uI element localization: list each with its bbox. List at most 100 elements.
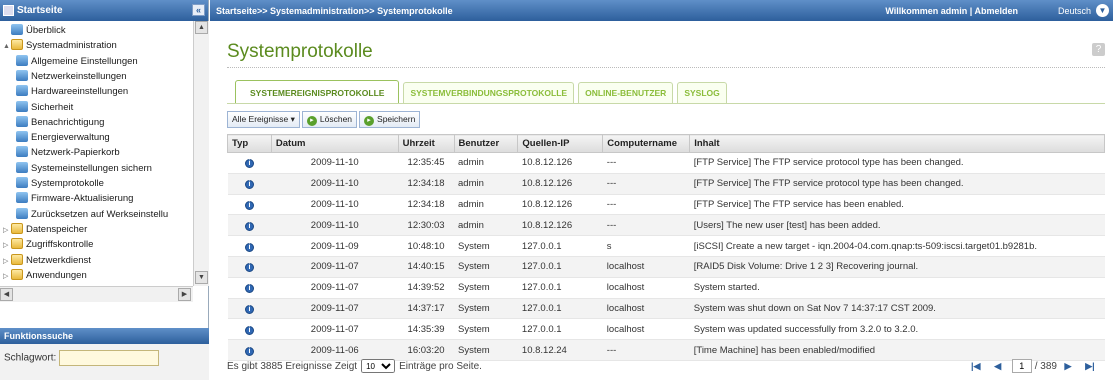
breadcrumb[interactable]: Startseite>> Systemadministration>> Syst… xyxy=(216,6,453,16)
info-icon: i xyxy=(244,263,254,273)
scroll-left-icon[interactable]: ◀ xyxy=(0,288,13,301)
sidebar-item-label: Zugriffskontrolle xyxy=(26,239,94,251)
sidebar-item-label: Netzwerkdienst xyxy=(26,254,91,266)
sidebar-item[interactable]: ▷ Netzwerkdienst xyxy=(3,253,91,268)
type-cell: i xyxy=(227,152,272,174)
sidebar-item[interactable]: ▷ Datenspeicher xyxy=(3,222,87,237)
next-page-icon[interactable]: ▶ xyxy=(1060,360,1076,373)
tree-toggle-icon[interactable]: ▷ xyxy=(3,223,11,238)
table-cell: [iSCSI] Create a new target - iqn.2004-0… xyxy=(689,235,1105,257)
sidebar-item[interactable]: Hardwareeinstellungen xyxy=(16,84,128,99)
column-header[interactable]: Uhrzeit xyxy=(397,134,455,153)
table-cell: [FTP Service] The FTP service protocol t… xyxy=(689,152,1105,174)
table-cell: 2009-11-10 xyxy=(271,194,399,216)
event-filter-select[interactable]: Alle Ereignisse ▾ xyxy=(227,110,300,128)
first-page-icon[interactable]: |◀ xyxy=(968,360,984,373)
tree-toggle-icon[interactable]: ▷ xyxy=(3,254,11,269)
log-toolbar: Alle Ereignisse ▾ ▸ Löschen ▸ Speichern xyxy=(227,110,422,128)
table-cell: 10.8.12.126 xyxy=(517,214,603,237)
sidebar-item[interactable]: Netzwerk-Papierkorb xyxy=(16,145,120,160)
collapse-sidebar-button[interactable]: « xyxy=(192,4,205,16)
table-cell: 127.0.0.1 xyxy=(517,277,603,299)
scroll-down-icon[interactable]: ▼ xyxy=(195,271,208,284)
tree-toggle-icon[interactable]: ▲ xyxy=(3,39,11,54)
table-cell: localhost xyxy=(602,298,690,320)
table-cell: 12:34:18 xyxy=(398,194,454,216)
sidebar: Startseite « Überblick ▲ Systemadministrat… xyxy=(0,0,209,380)
delete-button[interactable]: ▸ Löschen xyxy=(301,110,358,128)
last-page-icon[interactable]: ▶| xyxy=(1082,360,1098,373)
table-cell: 10.8.12.126 xyxy=(517,173,603,195)
table-row[interactable]: i 2009-11-07 14:40:15 System 127.0.0.1 localh… xyxy=(227,256,1105,278)
table-row[interactable]: i 2009-11-07 14:37:17 System 127.0.0.1 localh… xyxy=(227,298,1105,320)
sidebar-item-label: Netzwerk-Papierkorb xyxy=(31,147,120,159)
sidebar-item-label: Datenspeicher xyxy=(26,223,88,235)
table-row[interactable]: i 2009-11-10 12:35:45 admin 10.8.12.126 --- [F… xyxy=(227,152,1105,174)
table-cell: localhost xyxy=(602,256,690,278)
language-selector[interactable]: Deutsch xyxy=(1058,6,1091,16)
table-row[interactable]: i 2009-11-10 12:30:03 admin 10.8.12.126 --- [U… xyxy=(227,214,1105,237)
sidebar-item-label: Hardwareeinstellungen xyxy=(31,86,129,98)
type-cell: i xyxy=(227,173,272,195)
column-header[interactable]: Computername xyxy=(602,134,691,153)
table-cell: System xyxy=(454,256,518,278)
per-page-select[interactable]: 10 xyxy=(361,359,396,373)
previous-page-icon[interactable]: ◀ xyxy=(990,360,1006,373)
sidebar-item[interactable]: Benachrichtigung xyxy=(16,115,104,130)
tree-toggle-icon[interactable]: ▷ xyxy=(3,269,11,284)
tree-vertical-scrollbar[interactable]: ▲ ▼ xyxy=(193,21,209,286)
table-cell: 14:39:52 xyxy=(398,277,454,299)
table-cell: 127.0.0.1 xyxy=(517,298,603,320)
sidebar-item[interactable]: ▷ Anwendungen xyxy=(3,268,87,283)
function-search-panel: Schlagwort: xyxy=(0,344,209,380)
welcome-logout-link[interactable]: Willkommen admin | Abmelden xyxy=(885,6,1018,16)
tab-online-benutzer[interactable]: ONLINE-BENUTZER xyxy=(578,82,674,103)
sidebar-item[interactable]: Zurücksetzen auf Werkseinstellu xyxy=(16,207,168,222)
table-cell: 14:37:17 xyxy=(398,298,454,320)
sidebar-item[interactable]: Systemprotokolle xyxy=(16,176,104,191)
notification-icon xyxy=(16,115,28,127)
sidebar-title[interactable]: Startseite xyxy=(17,5,63,16)
main-content: Systemprotokolle ? SYSTEMEREIGNISPROTOKO… xyxy=(210,21,1113,380)
tab-systemereignisprotokolle[interactable]: SYSTEMEREIGNISPROTOKOLLE xyxy=(235,80,400,103)
sidebar-item[interactable]: Netzwerkeinstellungen xyxy=(16,69,127,84)
type-cell: i xyxy=(227,235,272,257)
help-icon[interactable]: ? xyxy=(1092,43,1105,56)
table-row[interactable]: i 2009-11-10 12:34:18 admin 10.8.12.126 --- [F… xyxy=(227,173,1105,195)
sidebar-item[interactable]: Allgemeine Einstellungen xyxy=(16,54,138,69)
sidebar-item[interactable]: Systemeinstellungen sichern xyxy=(16,161,152,176)
chevron-down-icon[interactable]: ▼ xyxy=(1096,4,1109,17)
table-cell: 10:48:10 xyxy=(398,235,454,257)
tree-toggle-icon[interactable]: ▷ xyxy=(3,238,11,253)
table-row[interactable]: i 2009-11-07 14:39:52 System 127.0.0.1 localh… xyxy=(227,277,1105,299)
column-header[interactable]: Quellen-IP xyxy=(517,134,604,153)
keyword-input[interactable] xyxy=(59,350,160,366)
table-cell: 12:34:18 xyxy=(398,173,454,195)
column-header[interactable]: Benutzer xyxy=(453,134,519,153)
tab-systemverbindungsprotokolle[interactable]: SYSTEMVERBINDUNGSPROTOKOLLE xyxy=(403,82,575,103)
sidebar-item[interactable]: ▷ Zugriffskontrolle xyxy=(3,237,93,252)
table-row[interactable]: i 2009-11-07 14:35:39 System 127.0.0.1 localh… xyxy=(227,318,1105,341)
table-cell: localhost xyxy=(602,318,690,341)
sidebar-item-label: Anwendungen xyxy=(26,269,87,281)
table-cell: System was shut down on Sat Nov 7 14:37:… xyxy=(689,298,1105,320)
table-row[interactable]: i 2009-11-10 12:34:18 admin 10.8.12.126 --- [F… xyxy=(227,194,1105,216)
page-number-input[interactable] xyxy=(1011,359,1032,373)
save-button[interactable]: ▸ Speichern xyxy=(359,110,421,128)
column-header[interactable]: Datum xyxy=(270,134,399,153)
tab-syslog[interactable]: SYSLOG xyxy=(677,82,727,103)
table-row[interactable]: i 2009-11-09 10:48:10 System 127.0.0.1 s [iSCS… xyxy=(227,235,1105,257)
sidebar-item[interactable]: Energieverwaltung xyxy=(16,130,110,145)
sidebar-item-label: Überblick xyxy=(26,25,66,36)
type-cell: i xyxy=(227,256,272,278)
column-header[interactable]: Typ xyxy=(227,134,272,153)
sidebar-item[interactable]: ▲ Systemadministration xyxy=(3,38,117,53)
tree-horizontal-scrollbar[interactable]: ◀ ▶ xyxy=(0,286,193,302)
scroll-up-icon[interactable]: ▲ xyxy=(195,21,208,34)
type-cell: i xyxy=(227,194,272,216)
sidebar-item[interactable]: Überblick xyxy=(3,23,66,38)
scroll-right-icon[interactable]: ▶ xyxy=(178,288,191,301)
sidebar-item[interactable]: Sicherheit xyxy=(16,100,73,115)
column-header[interactable]: Inhalt xyxy=(689,134,1105,153)
sidebar-item[interactable]: Firmware-Aktualisierung xyxy=(16,191,133,206)
